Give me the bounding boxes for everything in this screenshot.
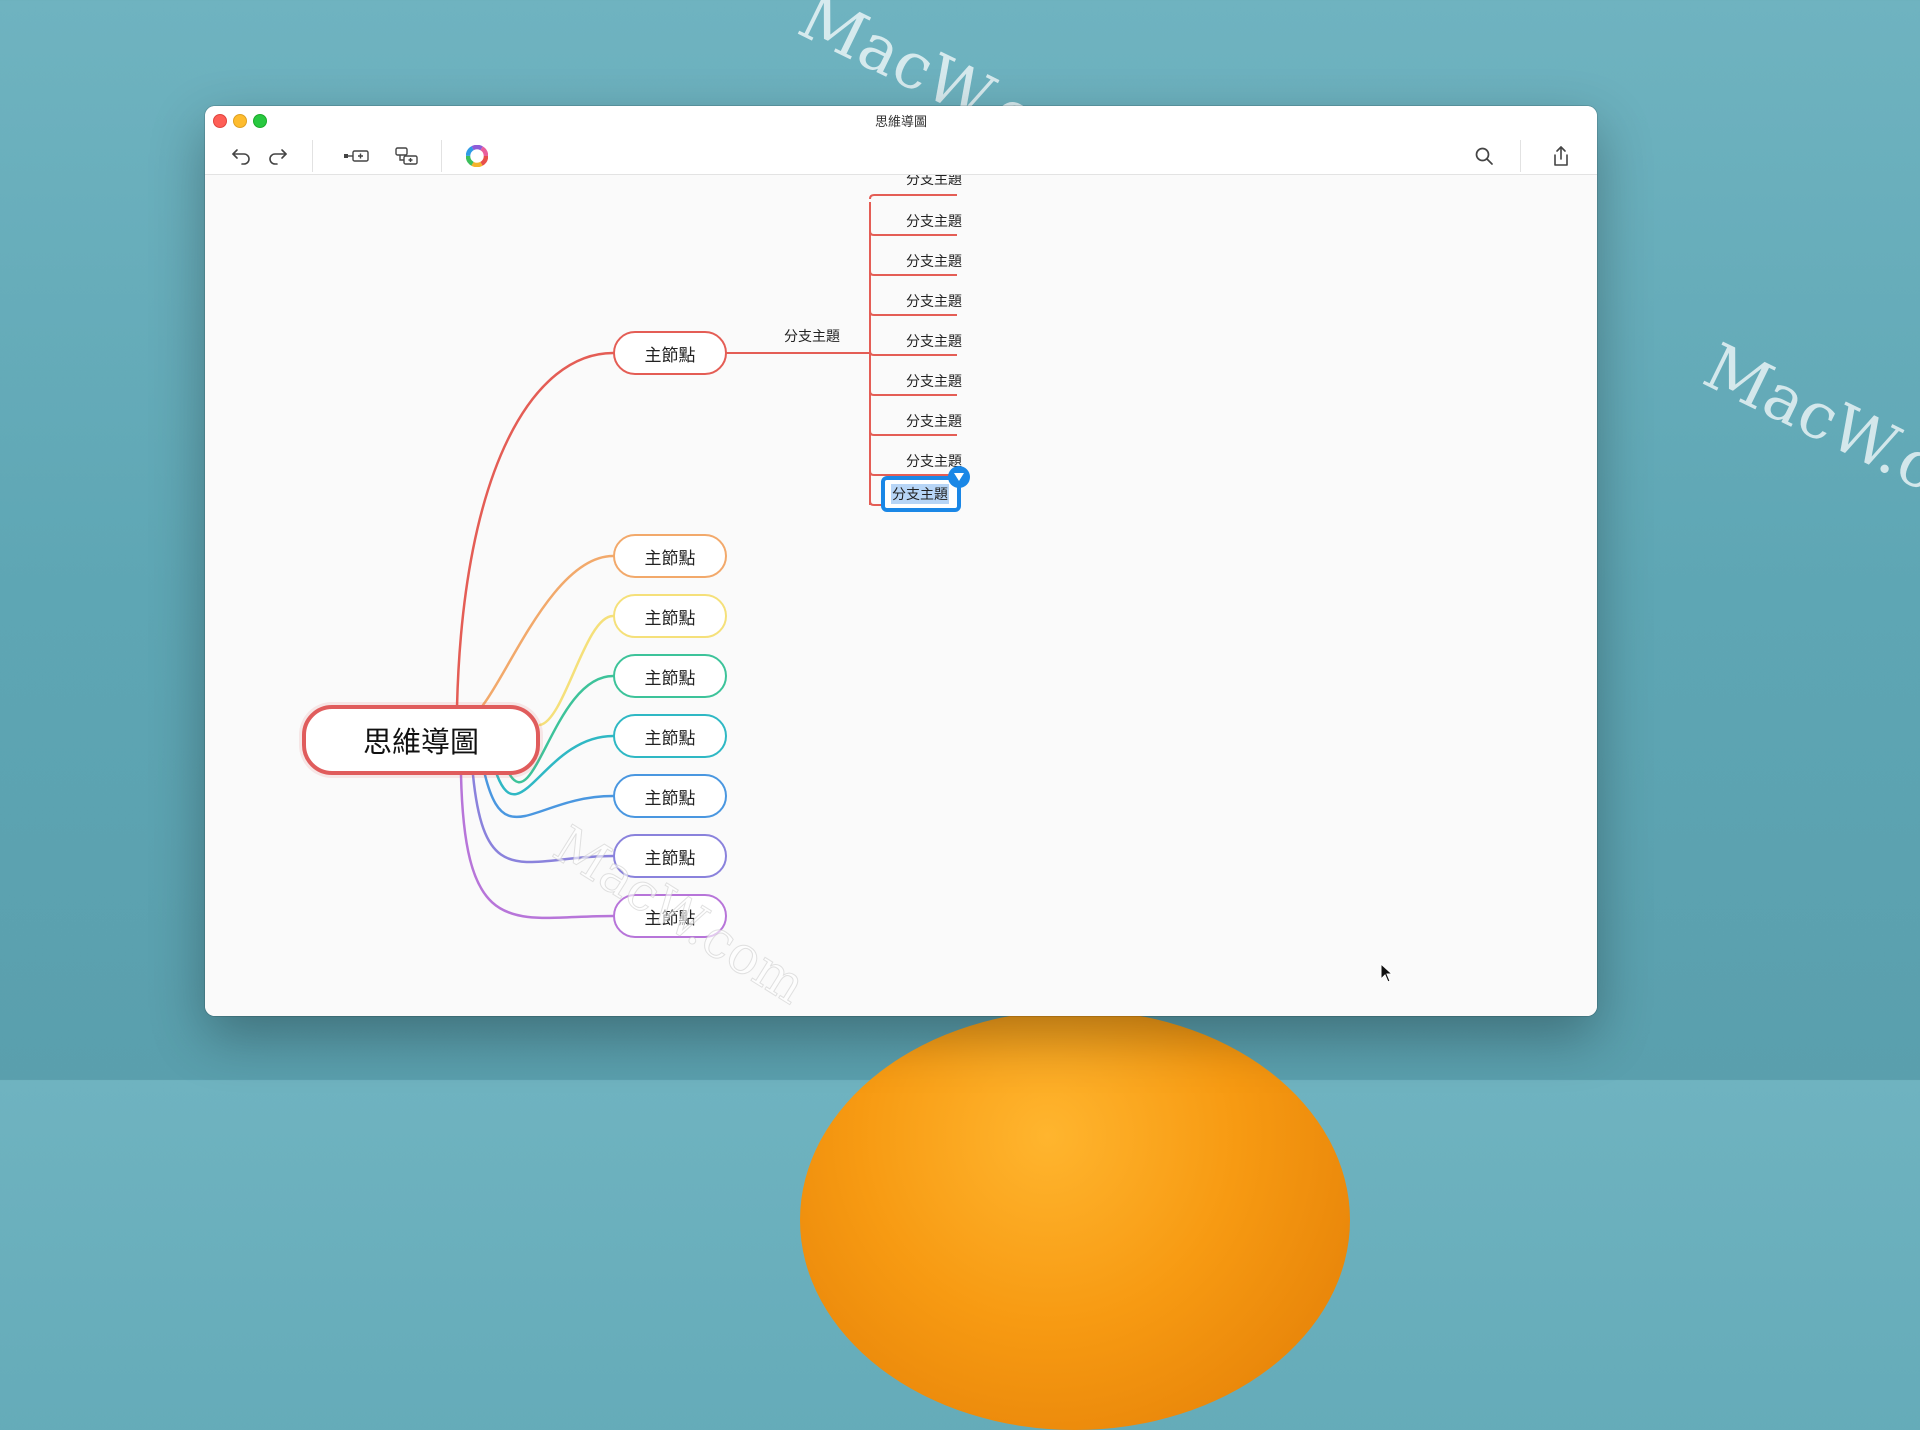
connector-subtopic-3 <box>869 270 957 276</box>
share-icon <box>1554 146 1568 166</box>
theme-button[interactable] <box>461 142 493 170</box>
subtopic[interactable]: 分支主題 <box>891 371 977 391</box>
main-topic[interactable]: 主節點 <box>613 774 727 818</box>
redo-icon <box>269 149 287 165</box>
subtopic[interactable]: 分支主題 <box>891 251 977 271</box>
subtopic[interactable]: 分支主題 <box>891 291 977 311</box>
connector-subtopic-5 <box>869 350 957 356</box>
connector-subtopic-6 <box>869 390 957 396</box>
redo-button[interactable] <box>262 142 294 170</box>
main-topic[interactable]: 主節點 <box>613 594 727 638</box>
toolbar-divider <box>312 140 313 172</box>
connector-main-7 <box>471 773 615 864</box>
connector-subtopic-8 <box>869 470 957 476</box>
toolbar-divider <box>1520 140 1521 172</box>
subtopic[interactable]: 分支主題 <box>891 331 977 351</box>
mindmap-canvas[interactable]: 思維導圖 主節點 主節點 主節點 主節點 主節點 主節點 主節點 主節點 分支主… <box>205 175 1597 1016</box>
title-bar: 思維導圖 <box>205 106 1597 175</box>
connector-subtopic-1 <box>869 194 957 200</box>
main-topic[interactable]: 主節點 <box>613 834 727 878</box>
connector-main-8 <box>459 773 615 920</box>
search-icon <box>1475 147 1493 165</box>
branch-topic[interactable]: 分支主題 <box>784 326 840 346</box>
wallpaper-orange <box>800 1010 1350 1430</box>
connector-main-6 <box>483 773 615 819</box>
collapse-toggle[interactable] <box>948 466 970 488</box>
main-topic[interactable]: 主節點 <box>613 534 727 578</box>
add-topic-icon <box>344 150 369 162</box>
subtopic[interactable]: 分支主題 <box>891 211 977 231</box>
share-button[interactable] <box>1545 142 1577 170</box>
connector-subtopic-4 <box>869 310 957 316</box>
add-subtopic-button[interactable] <box>389 142 425 170</box>
selected-subtopic-text[interactable]: 分支主題 <box>891 484 949 504</box>
connector-subtopic-2 <box>869 230 957 236</box>
app-window: 思維導圖 思維導圖 主節點 主節點 主節點 主節點 主節點 主節點 主節點 主節… <box>205 106 1597 1016</box>
main-topic[interactable]: 主節點 <box>613 894 727 938</box>
triangle-down-icon <box>954 473 964 481</box>
search-button[interactable] <box>1468 142 1500 170</box>
subtopic[interactable]: 分支主題 <box>891 411 977 431</box>
connector-subtopic-9 <box>869 500 881 506</box>
main-topic[interactable]: 主節點 <box>613 654 727 698</box>
subtopic[interactable]: 分支主題 <box>891 175 977 189</box>
window-title: 思維導圖 <box>874 114 927 129</box>
main-topic[interactable]: 主節點 <box>613 331 727 375</box>
main-topic[interactable]: 主節點 <box>613 714 727 758</box>
toolbar-divider <box>441 140 442 172</box>
root-topic[interactable]: 思維導圖 <box>302 705 540 775</box>
connector-subtopic-7 <box>869 430 957 436</box>
undo-icon <box>232 149 250 165</box>
add-topic-button[interactable] <box>337 142 377 170</box>
mouse-cursor <box>1380 963 1394 983</box>
color-wheel-icon <box>466 145 488 167</box>
add-subtopic-icon <box>395 147 418 165</box>
undo-button[interactable] <box>225 142 257 170</box>
connector-main-3 <box>538 614 615 727</box>
connector-main-1 <box>455 351 615 709</box>
watermark: MacW.com <box>1692 330 1920 550</box>
